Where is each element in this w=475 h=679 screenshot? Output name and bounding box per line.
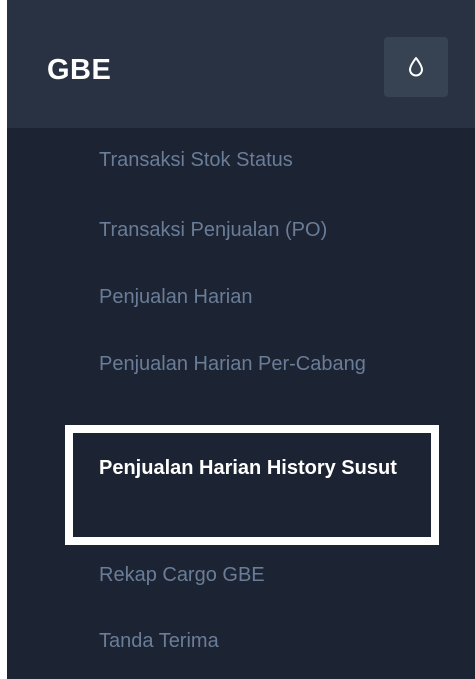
sidebar-item-penjualan-harian-history-susut[interactable]: Penjualan Harian History Susut: [99, 450, 419, 486]
sidebar-item-tanda-terima[interactable]: Tanda Terima: [99, 623, 419, 659]
sidebar-item-penjualan-harian[interactable]: Penjualan Harian: [99, 279, 419, 315]
theme-toggle-button[interactable]: [384, 37, 448, 97]
sidebar-item-transaksi-penjualan-po[interactable]: Transaksi Penjualan (PO): [99, 212, 419, 248]
sidebar: GBE Transaksi Stok Status Transaksi Penj…: [7, 0, 475, 679]
sidebar-header: GBE: [7, 0, 475, 128]
sidebar-item-transaksi-stok-status[interactable]: Transaksi Stok Status: [99, 142, 419, 178]
brand-title[interactable]: GBE: [47, 52, 111, 88]
sidebar-item-rekap-cargo-gbe[interactable]: Rekap Cargo GBE: [99, 557, 419, 593]
sidebar-item-penjualan-harian-per-cabang[interactable]: Penjualan Harian Per-Cabang: [99, 346, 419, 382]
droplet-icon: [409, 57, 423, 77]
